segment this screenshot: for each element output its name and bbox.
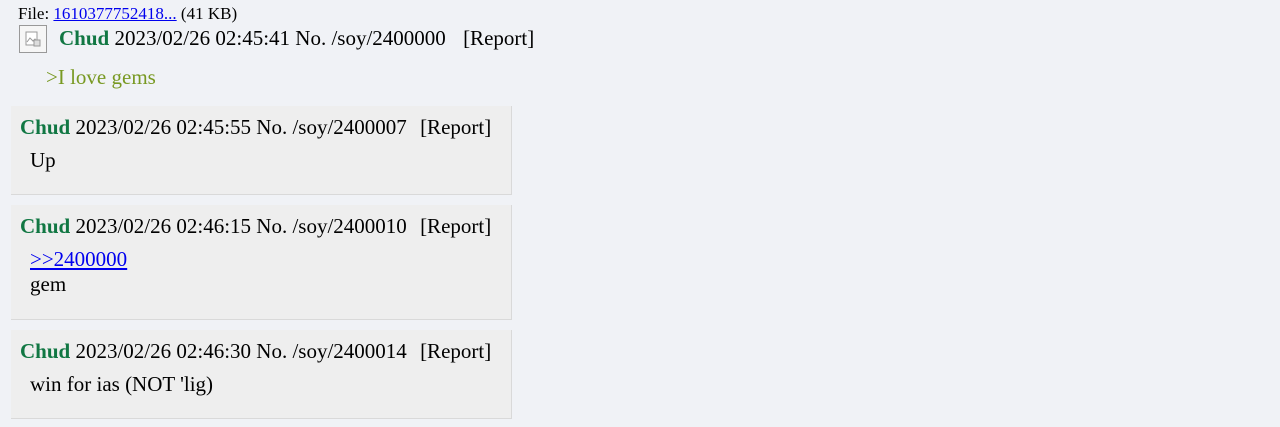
reply-post: Chud 2023/02/26 02:46:15 No. /soy/240001… xyxy=(11,205,512,320)
file-link[interactable]: 1610377752418... xyxy=(53,4,176,23)
reply-message: >>2400000 gem xyxy=(30,247,127,297)
file-info: File: 1610377752418... (41 KB) xyxy=(18,4,237,24)
poster-name: Chud xyxy=(20,115,71,139)
op-post: File: 1610377752418... (41 KB) Chud 2023… xyxy=(18,4,534,89)
greentext: >I love gems xyxy=(46,65,156,89)
quote-link[interactable]: >>2400000 xyxy=(30,247,127,272)
reply-message: Up xyxy=(30,148,56,173)
message-text: Up xyxy=(30,148,56,172)
reply-message: win for ias (NOT 'lig) xyxy=(30,372,213,397)
report-button[interactable]: [Report] xyxy=(420,115,491,139)
post-datetime: 2023/02/26 02:45:55 xyxy=(75,115,252,139)
file-label: File: xyxy=(18,4,50,23)
reply-post: Chud 2023/02/26 02:45:55 No. /soy/240000… xyxy=(11,106,512,195)
poster-name: Chud xyxy=(20,339,71,363)
post-number[interactable]: No. /soy/2400014 xyxy=(256,339,407,363)
poster-name: Chud xyxy=(20,214,71,238)
reply-post: Chud 2023/02/26 02:46:30 No. /soy/240001… xyxy=(11,330,512,419)
message-text: gem xyxy=(30,272,67,296)
post-datetime: 2023/02/26 02:45:41 xyxy=(114,26,291,50)
reply-header: Chud 2023/02/26 02:45:55 No. /soy/240000… xyxy=(20,113,491,141)
poster-name: Chud xyxy=(59,26,110,50)
post-datetime: 2023/02/26 02:46:15 xyxy=(75,214,252,238)
post-number[interactable]: No. /soy/2400000 xyxy=(295,26,446,50)
report-button[interactable]: [Report] xyxy=(463,26,534,50)
report-button[interactable]: [Report] xyxy=(420,339,491,363)
broken-image-icon[interactable] xyxy=(19,25,47,53)
op-header: Chud 2023/02/26 02:45:41 No. /soy/240000… xyxy=(59,24,534,52)
op-message: >I love gems xyxy=(46,63,156,91)
post-number[interactable]: No. /soy/2400010 xyxy=(256,214,407,238)
report-button[interactable]: [Report] xyxy=(420,214,491,238)
post-number[interactable]: No. /soy/2400007 xyxy=(256,115,407,139)
post-datetime: 2023/02/26 02:46:30 xyxy=(75,339,252,363)
reply-header: Chud 2023/02/26 02:46:15 No. /soy/240001… xyxy=(20,212,491,240)
file-size: (41 KB) xyxy=(180,4,238,23)
message-text: win for ias (NOT 'lig) xyxy=(30,372,214,396)
reply-header: Chud 2023/02/26 02:46:30 No. /soy/240001… xyxy=(20,337,491,365)
